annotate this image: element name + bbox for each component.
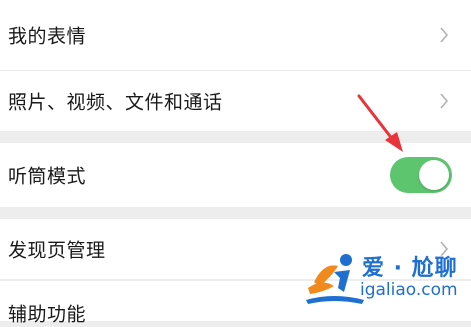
- settings-item-my-stickers[interactable]: 我的表情: [0, 0, 471, 70]
- settings-item-label: 照片、视频、文件和通话: [8, 91, 223, 114]
- watermark-logo-icon: [306, 254, 364, 304]
- watermark-title: 爱 · 尬聊: [362, 256, 458, 281]
- watermark: 爱 · 尬聊 igaliao.com: [304, 248, 471, 316]
- settings-item-label: 我的表情: [8, 25, 87, 48]
- toggle-knob: [419, 160, 449, 190]
- settings-item-label: 辅助功能: [8, 303, 87, 326]
- settings-item-label: 听筒模式: [8, 165, 87, 188]
- red-arrow-icon: [357, 94, 403, 152]
- earpiece-mode-toggle[interactable]: [390, 157, 452, 193]
- chevron-right-icon: [440, 93, 449, 109]
- chevron-right-icon: [440, 27, 449, 43]
- watermark-url: igaliao.com: [360, 280, 458, 300]
- settings-item-label: 发现页管理: [8, 239, 106, 262]
